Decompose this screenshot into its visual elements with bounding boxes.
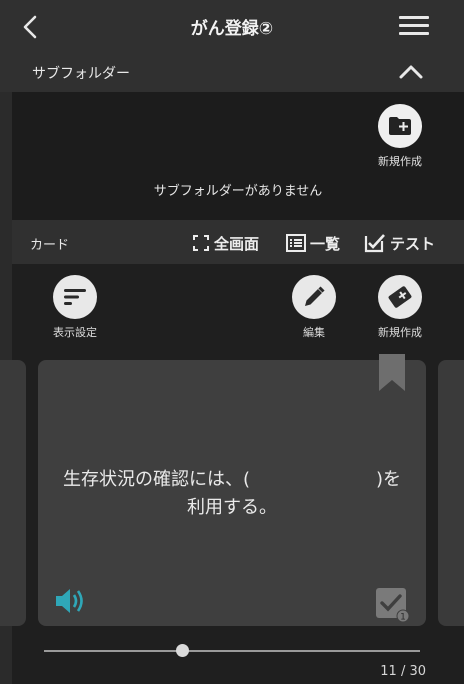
card-section-label: カード: [30, 238, 70, 253]
fullscreen-icon: [193, 235, 209, 251]
list-view-button[interactable]: 一覧: [286, 231, 340, 255]
menu-button[interactable]: [396, 12, 432, 42]
speaker-icon: [56, 589, 83, 613]
empty-subfolder-message: サブフォルダーがありません: [153, 184, 323, 199]
page-title: がん登録②: [190, 19, 274, 39]
new-subfolder-label: 新規作成: [378, 155, 422, 168]
fullscreen-label: 全画面: [214, 234, 260, 253]
new-card-label: 新規作成: [378, 326, 422, 339]
chevron-up-icon: [399, 65, 423, 79]
card-plus-icon: [388, 286, 412, 308]
card-page-counter: 11 / 30: [380, 664, 426, 679]
pencil-icon: [305, 286, 325, 306]
edit-label: 編集: [303, 326, 325, 339]
new-subfolder-button[interactable]: [378, 104, 422, 148]
next-card-peek[interactable]: [438, 360, 464, 626]
checkbox-check-icon: 1: [376, 588, 410, 623]
speaker-button[interactable]: [54, 586, 88, 616]
test-button[interactable]: テスト: [364, 231, 435, 255]
new-card-button[interactable]: [378, 275, 422, 319]
hamburger-menu-icon: [399, 16, 429, 19]
check-count-badge: 1: [400, 613, 406, 623]
checkbox-test-icon: [364, 234, 385, 253]
display-settings-label: 表示設定: [53, 326, 97, 339]
card-question-text: 生存状況の確認には、( )を 利用する。: [62, 469, 402, 518]
edit-button[interactable]: [292, 275, 336, 319]
chevron-left-icon: [23, 15, 37, 39]
back-button[interactable]: [12, 10, 48, 44]
collapse-subfolder-button[interactable]: [394, 58, 428, 86]
bookmark-button[interactable]: [378, 354, 406, 392]
bookmark-icon: [379, 354, 405, 391]
card-progress-slider[interactable]: [44, 650, 420, 652]
slider-thumb[interactable]: [175, 644, 189, 657]
display-settings-button[interactable]: [53, 275, 97, 319]
mark-learned-button[interactable]: 1: [374, 586, 410, 623]
list-view-label: 一覧: [310, 234, 341, 253]
sort-lines-icon: [64, 289, 86, 305]
list-icon: [286, 234, 306, 252]
fullscreen-button[interactable]: 全画面: [192, 231, 259, 255]
subfolder-label: サブフォルダー: [32, 66, 130, 82]
test-label: テスト: [390, 234, 436, 253]
previous-card-peek[interactable]: [0, 360, 26, 626]
folder-plus-icon: [389, 117, 411, 135]
